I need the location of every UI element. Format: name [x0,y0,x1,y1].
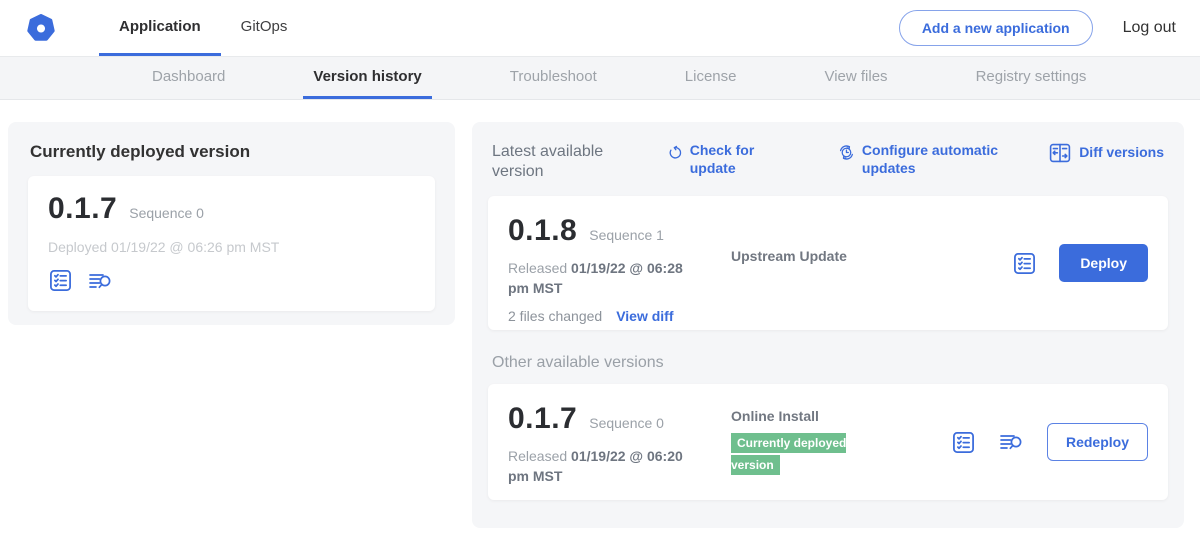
available-panel-header: Latest available version Check for updat… [492,142,1164,182]
app-tabs: Application GitOps [99,0,307,56]
preflight-checklist-icon[interactable] [48,268,73,293]
files-changed-label: 2 files changed [508,308,602,324]
tab-gitops-label: GitOps [241,18,288,35]
other-version-source: Online Install Currently deployed versio… [713,402,941,476]
tab-gitops[interactable]: GitOps [221,0,308,56]
refresh-icon [668,142,683,162]
sequence-label: Sequence 0 [589,415,664,431]
subnav-label: Troubleshoot [510,68,597,85]
other-version-info: 0.1.7 Sequence 0 Released 01/19/22 @ 06:… [508,402,713,487]
preflight-checklist-icon[interactable] [951,430,976,455]
version-number: 0.1.8 [508,214,577,248]
version-number: 0.1.7 [508,402,577,436]
preflight-checklist-icon[interactable] [1012,251,1037,276]
configure-automatic-updates-action[interactable]: Configure automatic updates [838,142,1018,177]
deployed-version-card: 0.1.7 Sequence 0 Deployed 01/19/22 @ 06:… [28,176,435,311]
app-logo-heptagon-icon [25,12,57,44]
view-logs-icon[interactable] [998,430,1025,454]
source-label: Upstream Update [731,248,1002,264]
other-version-card: 0.1.7 Sequence 0 Released 01/19/22 @ 06:… [488,384,1168,500]
currently-deployed-title: Currently deployed version [30,142,435,162]
subnav-item-view-files[interactable]: View files [814,57,897,99]
released-label: Released [508,260,567,276]
source-label: Online Install [731,408,941,424]
diff-versions-label: Diff versions [1079,144,1164,162]
subnav-label: License [685,68,737,85]
currently-deployed-badge-wrap: Currently deployed version [731,432,893,476]
main-content: Currently deployed version 0.1.7 Sequenc… [0,100,1200,528]
subnav-item-troubleshoot[interactable]: Troubleshoot [500,57,607,99]
currently-deployed-panel: Currently deployed version 0.1.7 Sequenc… [8,122,455,325]
subnav-label: Registry settings [976,68,1087,85]
other-version-actions: Redeploy [941,423,1148,461]
subnav-item-license[interactable]: License [675,57,747,99]
sequence-label: Sequence 0 [129,205,204,221]
subnav-item-registry-settings[interactable]: Registry settings [966,57,1097,99]
logout-link[interactable]: Log out [1123,19,1176,37]
check-for-update-action[interactable]: Check for update [668,142,774,177]
currently-deployed-badge: Currently deployed version [731,433,846,475]
released-timestamp: Released 01/19/22 @ 06:28 pm MST [508,258,703,299]
tab-application[interactable]: Application [99,0,221,56]
other-versions-heading: Other available versions [492,354,1164,372]
files-changed-row: 2 files changed View diff [508,308,713,324]
subnav-label: View files [824,68,887,85]
latest-version-actions: Deploy [1002,244,1148,282]
diff-versions-action[interactable]: Diff versions [1048,142,1164,164]
clock-cycle-icon [838,142,855,163]
latest-available-title: Latest available version [492,142,642,182]
version-number: 0.1.7 [48,192,117,226]
released-label: Released [508,448,567,464]
subnav-label: Dashboard [152,68,225,85]
deploy-button[interactable]: Deploy [1059,244,1148,282]
configure-automatic-updates-label: Configure automatic updates [862,142,1018,177]
released-timestamp: Released 01/19/22 @ 06:20 pm MST [508,446,703,487]
sequence-label: Sequence 1 [589,227,664,243]
app-logo[interactable] [25,0,57,56]
subnav-item-dashboard[interactable]: Dashboard [142,57,235,99]
check-for-update-label: Check for update [690,142,774,177]
topnav-spacer [307,0,898,56]
add-new-application-button[interactable]: Add a new application [899,10,1093,46]
diff-table-icon [1048,142,1072,164]
latest-version-info: 0.1.8 Sequence 1 Released 01/19/22 @ 06:… [508,214,713,324]
tab-application-label: Application [119,18,201,35]
deployed-timestamp: Deployed 01/19/22 @ 06:26 pm MST [48,239,415,255]
app-sub-nav: Dashboard Version history Troubleshoot L… [0,56,1200,100]
version-row: 0.1.7 Sequence 0 [48,192,415,226]
top-nav: Application GitOps Add a new application… [0,0,1200,56]
latest-version-card: 0.1.8 Sequence 1 Released 01/19/22 @ 06:… [488,196,1168,330]
available-versions-panel: Latest available version Check for updat… [472,122,1184,528]
deployed-card-actions [48,268,415,293]
redeploy-button[interactable]: Redeploy [1047,423,1148,461]
latest-version-source: Upstream Update [713,214,1002,264]
subnav-item-version-history[interactable]: Version history [303,57,431,99]
subnav-label: Version history [313,68,421,85]
view-diff-link[interactable]: View diff [616,308,673,324]
view-logs-icon[interactable] [87,269,114,293]
